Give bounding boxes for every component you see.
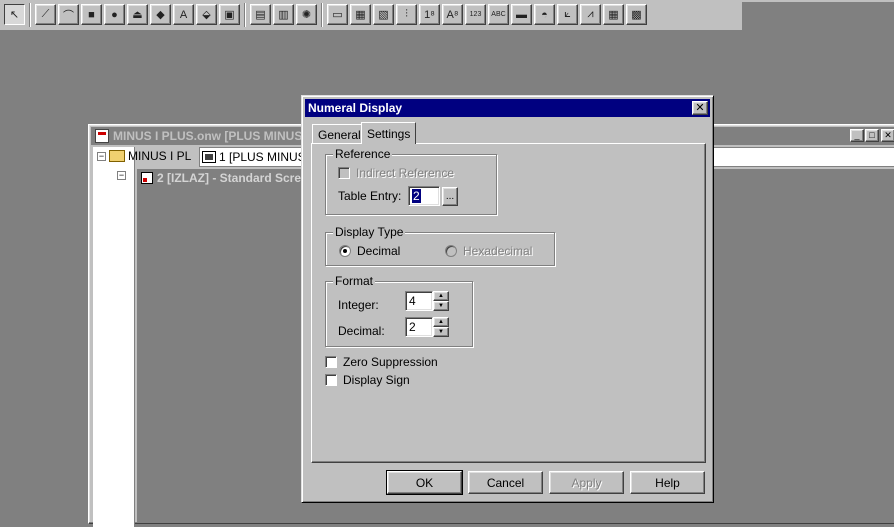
ascii-display-icon[interactable]: A⁸ — [442, 4, 463, 25]
reference-group-label: Reference — [333, 147, 393, 161]
toolbar-separator — [244, 3, 246, 27]
toolbar-separator — [29, 3, 31, 27]
indirect-reference-checkbox[interactable]: Indirect Reference — [338, 166, 454, 180]
grid-icon[interactable]: ▩ — [626, 4, 647, 25]
display-type-group-label: Display Type — [333, 225, 406, 239]
polygon-icon[interactable]: ⏏ — [127, 4, 148, 25]
collapse-icon[interactable]: − — [117, 171, 126, 180]
tree-root-item[interactable]: − MINUS I PL — [97, 149, 191, 163]
dialog-close-button[interactable]: ✕ — [692, 101, 708, 115]
table-entry-input[interactable]: 2 — [408, 186, 440, 206]
tree-root-label: MINUS I PL — [128, 149, 192, 163]
table-entry-browse-button[interactable]: ... — [442, 187, 458, 206]
document-icon — [95, 129, 109, 143]
arc-icon[interactable]: ⌒ — [58, 4, 79, 25]
zero-suppression-checkbox[interactable]: Zero Suppression — [325, 355, 438, 369]
diamond-icon[interactable]: ◆ — [150, 4, 171, 25]
trend-icon[interactable]: ⟀ — [557, 4, 578, 25]
close-window-button[interactable]: ✕ — [881, 129, 894, 142]
screen-window-title: 2 [IZLAZ] - Standard Scre — [157, 171, 302, 185]
tab-general-label: General — [318, 127, 361, 142]
display-sign-label: Display Sign — [343, 373, 410, 387]
switch-icon[interactable]: ▧ — [373, 4, 394, 25]
select-arrow-icon[interactable]: ↖ — [4, 4, 25, 25]
toggle-icon[interactable]: ▦ — [350, 4, 371, 25]
tree-child-expander[interactable]: − — [117, 171, 129, 180]
toolbar-separator — [321, 3, 323, 27]
tab-settings-label: Settings — [367, 126, 411, 141]
display-sign-box[interactable] — [325, 374, 337, 386]
button-icon[interactable]: ▭ — [327, 4, 348, 25]
decimal-radio-dot[interactable] — [339, 245, 351, 257]
screen-window-icon — [141, 172, 153, 184]
integer-input[interactable]: 4 — [405, 291, 433, 311]
polyline-icon[interactable]: ⟋ — [35, 4, 56, 25]
folder-icon — [109, 150, 125, 162]
decimal-radio[interactable]: Decimal — [339, 244, 400, 258]
numeral-input-icon[interactable]: 123 — [465, 4, 486, 25]
apply-button[interactable]: Apply — [549, 471, 624, 494]
screen-tab-1[interactable]: 1 [PLUS MINUS] — [202, 150, 309, 164]
table-entry-label: Table Entry: — [338, 189, 402, 203]
fill-icon[interactable]: ⬙ — [196, 4, 217, 25]
indirect-reference-label: Indirect Reference — [356, 166, 455, 180]
decimal-down-icon[interactable]: ▼ — [433, 327, 449, 337]
dialog-titlebar[interactable]: Numeral Display ✕ — [305, 99, 710, 117]
collapse-icon[interactable]: − — [97, 151, 106, 161]
rectangle-icon[interactable]: ■ — [81, 4, 102, 25]
tab-general[interactable]: General — [312, 124, 367, 144]
message-icon[interactable]: ▬ — [511, 4, 532, 25]
decimal-up-icon[interactable]: ▲ — [433, 317, 449, 327]
decimal-radio-label: Decimal — [357, 244, 401, 258]
project-window-title: MINUS I PLUS.onw [PLUS MINUS — [113, 129, 303, 143]
ok-button[interactable]: OK — [386, 470, 463, 495]
hexadecimal-radio-label: Hexadecimal — [463, 244, 533, 258]
dialog-title: Numeral Display — [308, 101, 403, 115]
screen-icon — [202, 151, 216, 163]
format-group-label: Format — [333, 274, 376, 288]
help-button[interactable]: Help — [630, 471, 705, 494]
minimize-button[interactable]: _ — [850, 129, 864, 142]
ellipse-icon[interactable]: ● — [104, 4, 125, 25]
lamp-icon[interactable]: ✺ — [296, 4, 317, 25]
display-sign-checkbox[interactable]: Display Sign — [325, 373, 410, 387]
slider-icon[interactable]: ⫶ — [396, 4, 417, 25]
bitmap-icon[interactable]: ▣ — [219, 4, 240, 25]
image-icon[interactable]: ▥ — [273, 4, 294, 25]
settings-panel: Reference Indirect Reference Table Entry… — [311, 143, 706, 463]
cancel-button[interactable]: Cancel — [468, 471, 543, 494]
decimal-value: 2 — [409, 320, 416, 334]
decimal-input[interactable]: 2 — [405, 317, 433, 337]
table-icon[interactable]: ▦ — [603, 4, 624, 25]
indirect-reference-box[interactable] — [338, 167, 350, 179]
numeral-display-dialog: Numeral Display ✕ General Settings Refer… — [301, 95, 714, 503]
decimal-spinner[interactable]: ▲ ▼ — [433, 317, 449, 337]
gauge-icon[interactable]: ◓ — [534, 4, 555, 25]
zero-suppression-label: Zero Suppression — [343, 355, 438, 369]
ascii-input-icon[interactable]: ABC — [488, 4, 509, 25]
decimal-label: Decimal: — [338, 324, 385, 338]
project-tree[interactable] — [93, 147, 135, 527]
close-icon: ✕ — [695, 101, 705, 114]
integer-label: Integer: — [338, 298, 379, 312]
integer-down-icon[interactable]: ▼ — [433, 301, 449, 311]
zero-suppression-box[interactable] — [325, 356, 337, 368]
graph-icon[interactable]: ⩘ — [580, 4, 601, 25]
text-icon[interactable]: A — [173, 4, 194, 25]
maximize-button[interactable]: □ — [865, 129, 879, 142]
hexadecimal-radio[interactable]: Hexadecimal — [445, 244, 532, 258]
tab-settings[interactable]: Settings — [361, 122, 417, 144]
picture-icon[interactable]: ▤ — [250, 4, 271, 25]
numeral-display-icon[interactable]: 1⁸ — [419, 4, 440, 25]
integer-value: 4 — [409, 294, 416, 308]
screen-tab-label: 1 [PLUS MINUS] — [219, 150, 310, 164]
drawing-toolbar: ↖ ⟋ ⌒ ■ ● ⏏ ◆ A ⬙ ▣ ▤ ▥ ✺ ▭ ▦ ▧ ⫶ 1⁸ A⁸ 123 ABC ▬ ◓ ⟀ ⩘ ▦ ▩ — [0, 0, 742, 31]
integer-up-icon[interactable]: ▲ — [433, 291, 449, 301]
toolbar-edge — [742, 0, 894, 2]
table-entry-value: 2 — [412, 189, 421, 203]
integer-spinner[interactable]: ▲ ▼ — [433, 291, 449, 311]
hexadecimal-radio-dot[interactable] — [445, 245, 457, 257]
